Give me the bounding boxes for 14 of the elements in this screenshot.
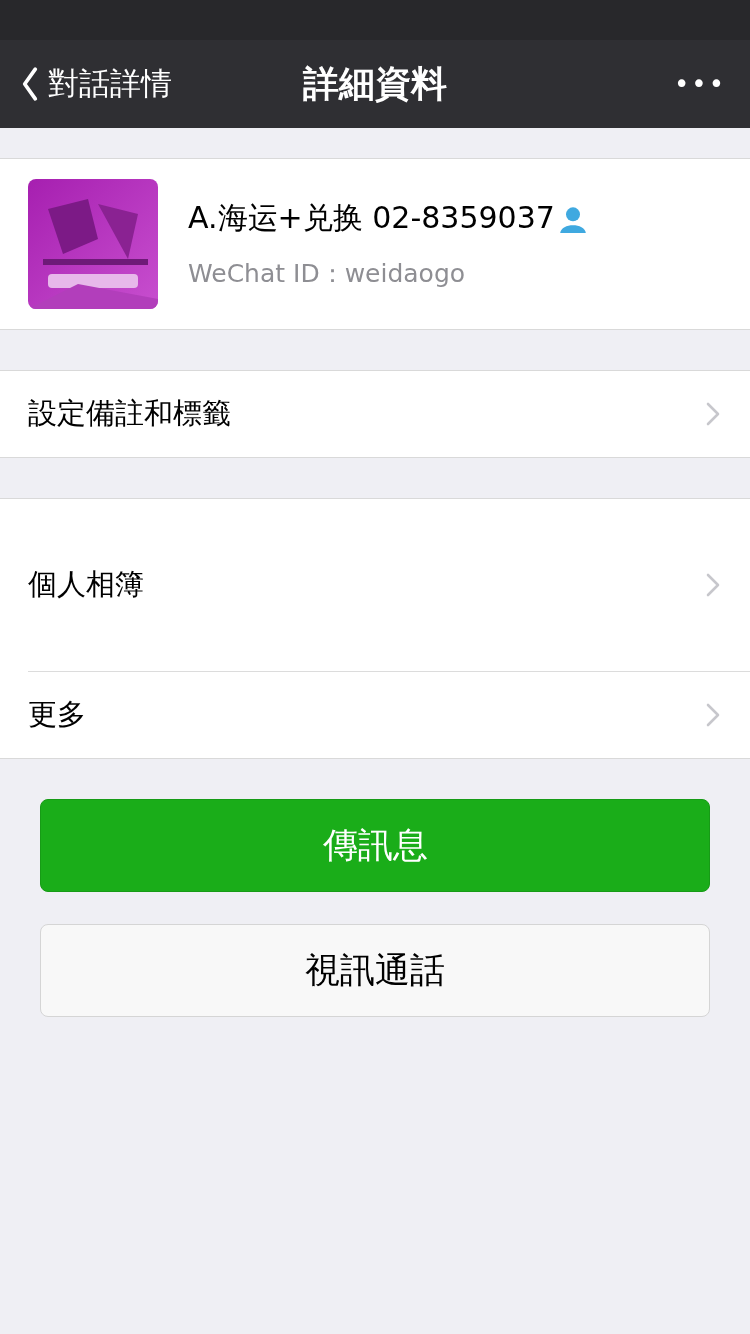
wechat-id: WeChat ID：weidaogo <box>188 258 467 290</box>
menu-item[interactable]: 更多 <box>28 671 750 758</box>
video-call-button[interactable]: 視訊通話 <box>40 924 710 1017</box>
chevron-icon <box>706 702 720 728</box>
more-button[interactable]: ••• <box>674 69 726 99</box>
chevron-icon <box>706 401 720 427</box>
back-chevron-icon <box>20 66 40 102</box>
chevron-icon <box>706 572 720 598</box>
back-button[interactable]: 對話詳情 <box>20 63 172 105</box>
page-title: 詳細資料 <box>302 61 448 106</box>
person-icon <box>558 204 587 233</box>
menu-item[interactable]: 個人相簿 <box>28 499 750 671</box>
menu-item[interactable]: 設定備註和標籤 <box>28 371 750 457</box>
contact-name: A.海运+兑换 02-8359037 <box>188 199 555 237</box>
